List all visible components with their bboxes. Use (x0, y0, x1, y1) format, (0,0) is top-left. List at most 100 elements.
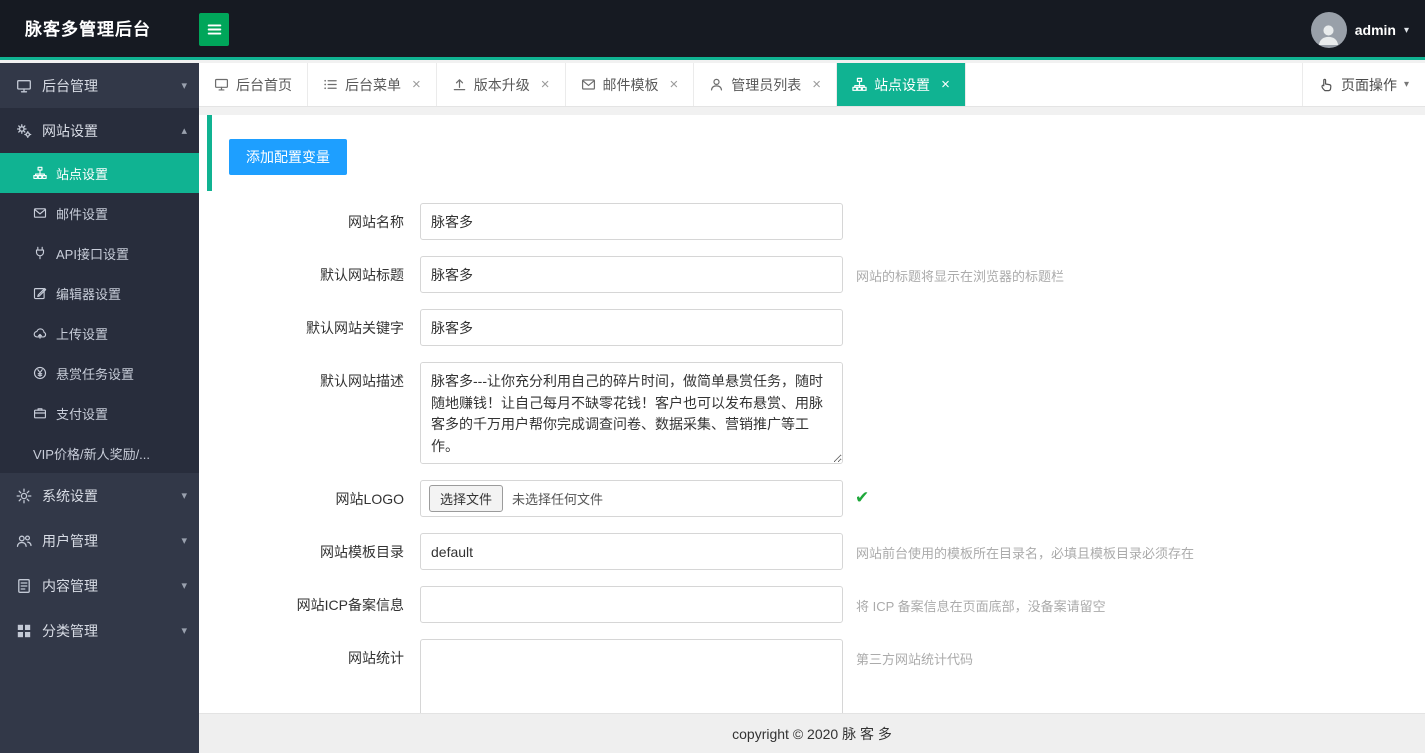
close-icon[interactable]: × (670, 77, 679, 92)
close-icon[interactable]: × (941, 77, 950, 92)
site-description-textarea[interactable]: 脉客多---让你充分利用自己的碎片时间，做简单悬赏任务，随时随地赚钱！让自己每月… (420, 362, 843, 464)
field-label: 默认网站关键字 (306, 320, 404, 336)
page-actions-label: 页面操作 (1340, 76, 1397, 93)
sidebar-item-api-settings[interactable]: API接口设置 (0, 233, 199, 273)
tab-label: 后台菜单 (345, 76, 401, 93)
tab-site-settings[interactable]: 站点设置 × (837, 63, 966, 106)
field-label: 网站LOGO (335, 491, 404, 507)
sidebar-toggle-button[interactable] (199, 13, 229, 46)
main-content: 添加配置变量 网站名称 默认网站标题 网站的标题将显示在浏览器的标题栏 默认网站… (199, 107, 1425, 753)
chevron-down-icon: ▾ (181, 580, 187, 592)
sidebar-item-editor-settings[interactable]: 编辑器设置 (0, 273, 199, 313)
chevron-down-icon: ▾ (181, 80, 187, 92)
panel-accent-bar (207, 115, 212, 191)
tab-version-upgrade[interactable]: 版本升级 × (437, 63, 566, 106)
hand-icon (1319, 77, 1334, 92)
user-menu[interactable]: admin ▾ (1310, 0, 1409, 60)
tab-label: 管理员列表 (731, 76, 802, 93)
briefcase-icon (33, 406, 47, 420)
sidebar-item-category-management[interactable]: 分类管理 ▾ (0, 608, 199, 653)
avatar (1310, 12, 1347, 48)
icp-record-input[interactable] (420, 586, 843, 623)
grid-icon (16, 623, 32, 639)
sidebar-item-label: 内容管理 (42, 577, 98, 594)
chevron-down-icon: ▾ (181, 490, 187, 502)
settings-panel: 添加配置变量 网站名称 默认网站标题 网站的标题将显示在浏览器的标题栏 默认网站… (199, 115, 1425, 753)
template-dir-input[interactable] (420, 533, 843, 570)
sidebar-item-label: API接口设置 (56, 246, 129, 262)
footer: copyright © 2020 脉 客 多 (199, 713, 1425, 753)
check-icon: ✔ (855, 488, 870, 507)
form-row: 默认网站描述 脉客多---让你充分利用自己的碎片时间，做简单悬赏任务，随时随地赚… (199, 362, 1425, 464)
chevron-down-icon: ▾ (1403, 24, 1409, 36)
users-icon (16, 533, 32, 549)
field-hint: 将 ICP 备案信息在页面底部，没备案请留空 (856, 599, 1106, 614)
sidebar-item-label: 网站设置 (42, 122, 98, 139)
chevron-down-icon: ▾ (181, 625, 187, 637)
sidebar-item-payment-settings[interactable]: 支付设置 (0, 393, 199, 433)
site-title-input[interactable] (420, 256, 843, 293)
sidebar-item-user-management[interactable]: 用户管理 ▾ (0, 518, 199, 563)
field-label: 网站名称 (348, 214, 404, 230)
sidebar-item-label: 上传设置 (56, 326, 109, 342)
tab-admin-menu[interactable]: 后台菜单 × (308, 63, 437, 106)
sidebar-item-label: 用户管理 (42, 532, 98, 549)
sidebar-item-system-settings[interactable]: 系统设置 ▾ (0, 473, 199, 518)
list-icon (323, 77, 338, 92)
page-actions-button[interactable]: 页面操作 ▾ (1301, 63, 1425, 106)
close-icon[interactable]: × (541, 77, 550, 92)
tab-home[interactable]: 后台首页 (199, 63, 308, 106)
close-icon[interactable]: × (812, 77, 821, 92)
yen-icon (33, 366, 47, 380)
form-row: 默认网站关键字 (199, 309, 1425, 346)
sidebar-item-content-management[interactable]: 内容管理 ▾ (0, 563, 199, 608)
sidebar-item-label: 编辑器设置 (56, 286, 122, 302)
sidebar-item-upload-settings[interactable]: 上传设置 (0, 313, 199, 353)
form-row: 网站模板目录 网站前台使用的模板所在目录名，必填且模板目录必须存在 (199, 533, 1425, 570)
form-row: 网站LOGO 选择文件 未选择任何文件 ✔ (199, 480, 1425, 517)
site-name-input[interactable] (420, 203, 843, 240)
plug-icon (33, 246, 47, 260)
sidebar-item-label: 支付设置 (56, 406, 109, 422)
cloud-upload-icon (33, 326, 47, 340)
envelope-icon (581, 77, 596, 92)
tab-label: 站点设置 (874, 76, 931, 93)
hamburger-icon (206, 21, 223, 38)
envelope-icon (33, 206, 47, 220)
field-hint: 网站前台使用的模板所在目录名，必填且模板目录必须存在 (856, 546, 1195, 561)
field-label: 网站ICP备案信息 (296, 597, 404, 613)
sidebar-item-mail-settings[interactable]: 邮件设置 (0, 193, 199, 233)
user-icon (709, 77, 724, 92)
sidebar-item-reward-task-settings[interactable]: 悬赏任务设置 (0, 353, 199, 393)
site-keywords-input[interactable] (420, 309, 843, 346)
sitemap-icon (852, 77, 867, 92)
close-icon[interactable]: × (412, 77, 421, 92)
field-hint: 第三方网站统计代码 (856, 652, 974, 667)
sidebar-item-site-settings[interactable]: 站点设置 (0, 153, 199, 193)
website-settings-submenu: 站点设置 邮件设置 API接口设置 编辑器设置 上传设置 悬赏任务设置 支付设置… (0, 153, 199, 473)
app-title: 脉客多管理后台 (25, 20, 151, 39)
form-row: 网站名称 (199, 203, 1425, 240)
logo-file-input[interactable]: 选择文件 未选择任何文件 (420, 480, 843, 517)
toolbar: 添加配置变量 (199, 115, 1425, 193)
tab-mail-template[interactable]: 邮件模板 × (566, 63, 695, 106)
sidebar-item-backend-admin[interactable]: 后台管理 ▾ (0, 63, 199, 108)
tab-admin-list[interactable]: 管理员列表 × (694, 63, 838, 106)
field-label: 网站统计 (348, 650, 404, 666)
sidebar-item-label: 后台管理 (42, 77, 98, 94)
sidebar-item-vip-price[interactable]: VIP价格/新人奖励/... (0, 433, 199, 473)
choose-file-button[interactable]: 选择文件 (429, 485, 504, 512)
sidebar: 后台管理 ▾ 网站设置 ▴ 站点设置 邮件设置 API接口设置 编辑器设置 上传… (0, 63, 199, 753)
gears-icon (16, 123, 32, 139)
field-label: 默认网站描述 (320, 373, 404, 389)
edit-icon (33, 286, 47, 300)
sidebar-item-label: 分类管理 (42, 622, 98, 639)
sidebar-item-label: VIP价格/新人奖励/... (33, 446, 151, 462)
site-settings-form: 网站名称 默认网站标题 网站的标题将显示在浏览器的标题栏 默认网站关键字 默认网… (199, 193, 1425, 749)
gear-icon (16, 488, 32, 504)
add-config-variable-button[interactable]: 添加配置变量 (229, 139, 347, 175)
tab-label: 邮件模板 (602, 76, 659, 93)
sidebar-group-website-settings[interactable]: 网站设置 ▴ (0, 108, 199, 153)
field-label: 默认网站标题 (320, 267, 404, 283)
sidebar-item-label: 邮件设置 (56, 206, 109, 222)
